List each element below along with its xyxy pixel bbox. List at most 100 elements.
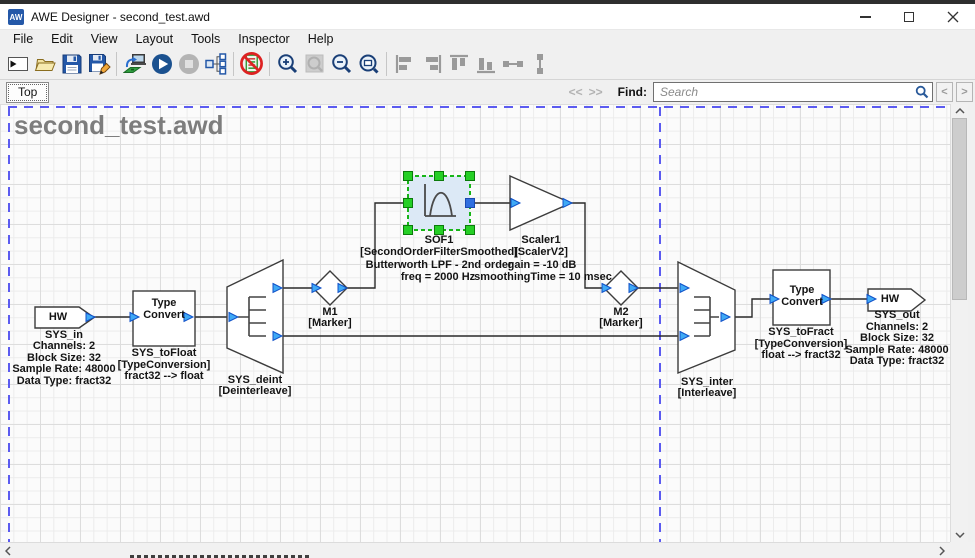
- sys-deint-name: SYS_deint: [228, 375, 282, 386]
- zoom-region-button[interactable]: [355, 50, 382, 77]
- stop-button[interactable]: [175, 50, 202, 77]
- m1-type: [Marker]: [308, 318, 351, 329]
- app-window: AW AWE Designer - second_test.awd File E…: [0, 0, 975, 558]
- minimize-button[interactable]: [843, 4, 887, 29]
- align-right-button[interactable]: [418, 50, 445, 77]
- chevron-left-icon: [5, 546, 11, 556]
- scaler1-name: Scaler1: [521, 235, 560, 246]
- play-icon: [150, 52, 174, 76]
- menu-help[interactable]: Help: [299, 30, 343, 48]
- scroll-up-button[interactable]: [951, 104, 969, 118]
- save-button[interactable]: [58, 50, 85, 77]
- align-right-icon: [420, 52, 444, 76]
- menu-edit[interactable]: Edit: [42, 30, 82, 48]
- maximize-button[interactable]: [887, 4, 931, 29]
- history-forward-button[interactable]: >>: [586, 84, 606, 100]
- tab-top[interactable]: Top: [6, 82, 49, 103]
- open-file-button[interactable]: [31, 50, 58, 77]
- vertical-scrollbar[interactable]: [950, 104, 968, 542]
- search-input[interactable]: [653, 82, 933, 102]
- deploy-button[interactable]: [121, 50, 148, 77]
- align-left-button[interactable]: [391, 50, 418, 77]
- chevron-right-icon: [939, 546, 945, 556]
- menu-view[interactable]: View: [82, 30, 127, 48]
- stop-icon: [177, 52, 201, 76]
- open-file-icon: [33, 52, 57, 76]
- m1-name: M1: [322, 307, 337, 318]
- toolbar-separator: [116, 52, 117, 76]
- zoom-in-button[interactable]: [274, 50, 301, 77]
- block-sof1[interactable]: [404, 172, 475, 235]
- design-canvas[interactable]: second_test.awd: [0, 104, 950, 542]
- zoom-out-icon: [330, 52, 354, 76]
- deploy-to-target-icon: [123, 52, 147, 76]
- new-file-icon: [6, 52, 30, 76]
- sys-in-prop: Sample Rate: 48000: [12, 364, 115, 375]
- scaler1-desc2: smoothingTime = 10 msec: [474, 272, 612, 283]
- scroll-right-button[interactable]: [934, 543, 950, 558]
- menu-file[interactable]: File: [4, 30, 42, 48]
- search-icon[interactable]: [915, 85, 929, 104]
- zoom-out-button[interactable]: [328, 50, 355, 77]
- window-title: AWE Designer - second_test.awd: [31, 10, 210, 24]
- align-top-button[interactable]: [445, 50, 472, 77]
- history-back-button[interactable]: <<: [566, 84, 586, 100]
- close-button[interactable]: [931, 4, 975, 29]
- toolbar-separator: [233, 52, 234, 76]
- sys-out-prop: Data Type: fract32: [850, 356, 945, 367]
- toolbar-separator: [386, 52, 387, 76]
- pin-scaler1-out: [563, 199, 572, 208]
- sys-in-hw-label: HW: [35, 311, 81, 323]
- align-bottom-icon: [474, 52, 498, 76]
- zoom-fit-button[interactable]: [301, 50, 328, 77]
- sys-inter-type: [Interleave]: [678, 388, 737, 399]
- distribute-horizontal-button[interactable]: [499, 50, 526, 77]
- close-icon: [947, 11, 959, 23]
- sof1-desc2: freq = 2000 Hz: [401, 272, 475, 283]
- toolbar: [0, 48, 975, 80]
- align-bottom-button[interactable]: [472, 50, 499, 77]
- save-as-icon: [87, 52, 111, 76]
- scroll-left-button[interactable]: [0, 543, 16, 558]
- profile-icon: [204, 52, 228, 76]
- diagram-layer: [0, 104, 950, 542]
- chevron-down-icon: [955, 532, 965, 538]
- distribute-vertical-button[interactable]: [526, 50, 553, 77]
- sys-out-prop: Block Size: 32: [860, 333, 934, 344]
- zoom-in-icon: [276, 52, 300, 76]
- sys-in-prop: Data Type: fract32: [17, 376, 112, 387]
- menu-layout[interactable]: Layout: [127, 30, 183, 48]
- vertical-scroll-thumb[interactable]: [952, 118, 967, 300]
- scaler1-type: [ScalerV2]: [514, 247, 568, 258]
- play-button[interactable]: [148, 50, 175, 77]
- profile-button[interactable]: [202, 50, 229, 77]
- m2-type: [Marker]: [599, 318, 642, 329]
- m2-name: M2: [613, 307, 628, 318]
- svg-text:AW: AW: [10, 13, 23, 22]
- zoom-fit-icon: [303, 52, 327, 76]
- sys-tofract-desc: float --> fract32: [761, 350, 840, 361]
- search-box: [653, 82, 933, 102]
- find-next-button[interactable]: >: [956, 82, 973, 102]
- sof1-output-pin[interactable]: [466, 199, 475, 208]
- align-left-icon: [393, 52, 417, 76]
- align-top-icon: [447, 52, 471, 76]
- save-as-button[interactable]: [85, 50, 112, 77]
- scroll-down-button[interactable]: [951, 528, 969, 542]
- wire-inter-tofract[interactable]: [730, 299, 770, 317]
- new-file-button[interactable]: [4, 50, 31, 77]
- inspector-toggle-button[interactable]: [238, 50, 265, 77]
- find-prev-button[interactable]: <: [936, 82, 953, 102]
- menu-tools[interactable]: Tools: [182, 30, 229, 48]
- horizontal-scrollbar[interactable]: [0, 542, 950, 558]
- find-label: Find:: [618, 85, 647, 99]
- sys-tofract-label: Type Convert: [776, 284, 828, 308]
- sys-tofloat-type: [TypeConversion]: [118, 360, 211, 371]
- menu-inspector[interactable]: Inspector: [229, 30, 298, 48]
- panel-edge: [968, 104, 975, 558]
- sys-out-hw-label: HW: [866, 293, 914, 305]
- distribute-vertical-icon: [528, 52, 552, 76]
- sys-out-prop: Sample Rate: 48000: [845, 345, 948, 356]
- minimize-icon: [860, 16, 871, 18]
- zoom-region-icon: [357, 52, 381, 76]
